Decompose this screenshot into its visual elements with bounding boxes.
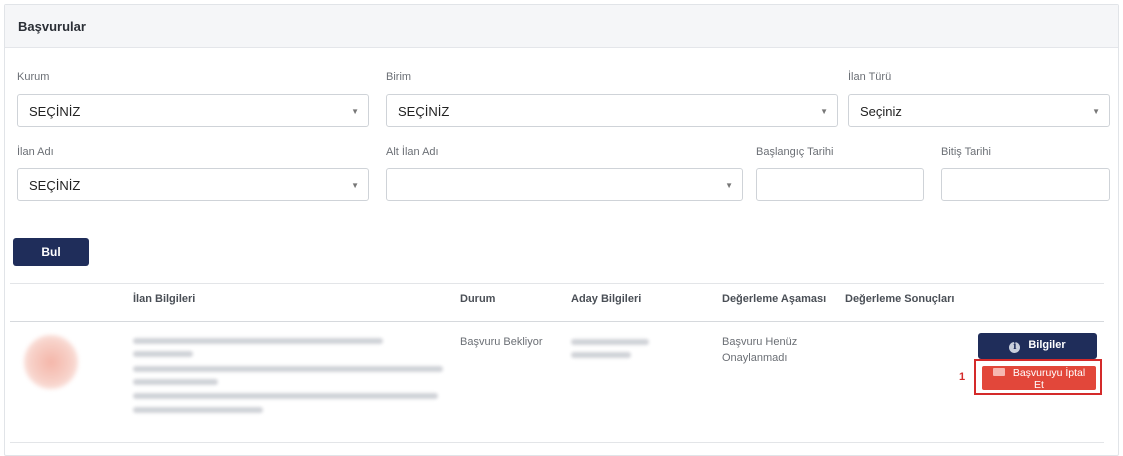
kurum-label: Kurum — [17, 71, 50, 83]
header-aday-bilgileri: Aday Bilgileri — [571, 293, 642, 305]
baslangic-tarihi-input[interactable] — [756, 168, 924, 201]
cancel-application-button[interactable]: Başvuruyu İptal Et — [982, 366, 1096, 391]
table-top-divider — [10, 283, 1104, 284]
degerleme-asamasi-line2: Onaylanmadı — [722, 352, 788, 364]
alt-ilan-adi-label: Alt İlan Adı — [386, 146, 439, 158]
caret-down-icon: ▼ — [1092, 107, 1100, 116]
caret-down-icon: ▼ — [351, 107, 359, 116]
avatar — [24, 335, 78, 389]
ilan-turu-select[interactable]: Seçiniz ▼ — [848, 94, 1110, 127]
header-ilan-bilgileri: İlan Bilgileri — [133, 293, 196, 305]
panel-header: Başvurular — [5, 5, 1118, 48]
birim-label: Birim — [386, 71, 412, 83]
cancel-application-label: Başvuruyu İptal Et — [1012, 367, 1086, 391]
caret-down-icon: ▼ — [351, 181, 359, 190]
kurum-select[interactable]: SEÇİNİZ ▼ — [17, 94, 369, 127]
baslangic-tarihi-label: Başlangıç Tarihi — [756, 146, 834, 158]
annotation-number: 1 — [959, 371, 966, 383]
bitis-tarihi-label: Bitiş Tarihi — [941, 146, 991, 158]
table-header-divider — [10, 321, 1104, 322]
ilan-adi-select[interactable]: SEÇİNİZ ▼ — [17, 168, 369, 201]
durum-value: Başvuru Bekliyor — [460, 336, 543, 348]
backspace-icon — [992, 368, 1005, 376]
search-button[interactable]: Bul — [13, 238, 89, 266]
info-circle-icon: i — [1009, 342, 1021, 353]
ilan-adi-label: İlan Adı — [17, 146, 54, 158]
header-degerleme-sonuclari: Değerleme Sonuçları — [845, 293, 955, 305]
birim-select[interactable]: SEÇİNİZ ▼ — [386, 94, 838, 127]
birim-select-value: SEÇİNİZ — [398, 104, 450, 119]
applications-panel: Başvurular — [4, 4, 1119, 456]
info-button[interactable]: i Bilgiler — [978, 333, 1097, 359]
caret-down-icon: ▼ — [725, 181, 733, 190]
caret-down-icon: ▼ — [820, 107, 828, 116]
header-degerleme-asamasi: Değerleme Aşaması — [722, 293, 827, 305]
alt-ilan-adi-select[interactable]: ▼ — [386, 168, 743, 201]
info-button-label: Bilgiler — [1028, 339, 1066, 351]
bitis-tarihi-input[interactable] — [941, 168, 1110, 201]
ilan-turu-label: İlan Türü — [848, 71, 892, 83]
header-durum: Durum — [460, 293, 496, 305]
table-bottom-divider — [10, 442, 1104, 443]
ilan-turu-select-value: Seçiniz — [860, 104, 902, 119]
ilan-adi-select-value: SEÇİNİZ — [29, 178, 81, 193]
degerleme-asamasi-line1: Başvuru Henüz — [722, 336, 798, 348]
page-title: Başvurular — [18, 19, 86, 34]
kurum-select-value: SEÇİNİZ — [29, 104, 81, 119]
